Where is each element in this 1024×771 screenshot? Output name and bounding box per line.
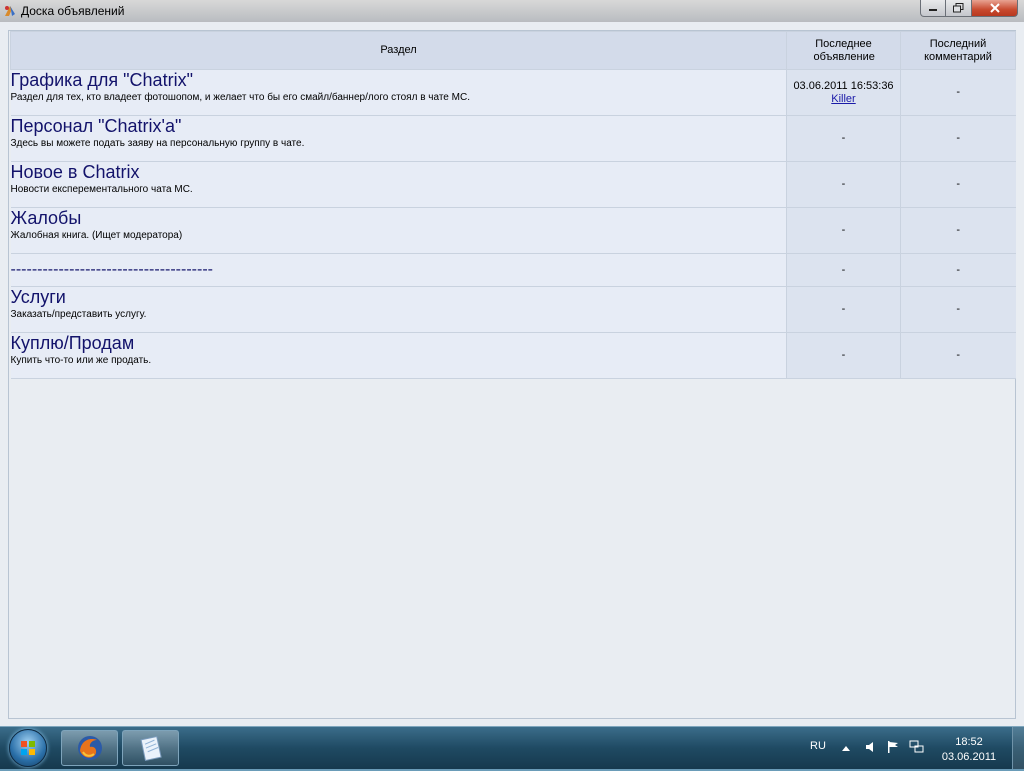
show-hidden-icons-arrow[interactable]	[841, 743, 851, 753]
last-comment-cell: -	[900, 207, 1016, 254]
board-table: Раздел Последнее объявление Последний ко…	[10, 31, 1016, 379]
window-titlebar[interactable]: Доска объявлений	[0, 0, 1024, 23]
taskbar-notepad-button[interactable]	[122, 730, 179, 766]
taskbar-firefox-button[interactable]	[61, 730, 118, 766]
header-section: Раздел	[10, 31, 787, 70]
header-last-comment: Последний комментарий	[900, 31, 1016, 70]
start-button[interactable]	[4, 728, 52, 768]
section-desc: Жалобная книга. (Ищет модератора)	[10, 230, 183, 241]
last-comment-cell: -	[900, 253, 1016, 287]
section-desc: Заказать/представить услугу.	[10, 309, 147, 320]
section-title[interactable]: Услуги	[11, 287, 787, 308]
close-icon	[989, 3, 1000, 13]
section-cell[interactable]: Куплю/Продам Купить что-то или же продат…	[10, 332, 787, 379]
table-row[interactable]: Жалобы Жалобная книга. (Ищет модератора)…	[10, 207, 1016, 254]
section-cell[interactable]: Графика для "Chatrix" Раздел для тех, кт…	[10, 69, 787, 116]
clock-date: 03.06.2011	[941, 751, 997, 763]
section-title[interactable]: Новое в Chatrix	[11, 162, 787, 183]
last-comment-cell: -	[900, 161, 1016, 208]
section-cell[interactable]: Новое в Chatrix Новости експерементально…	[10, 161, 787, 208]
table-row[interactable]: Новое в Chatrix Новости експерементально…	[10, 161, 1016, 208]
speaker-icon[interactable]	[864, 740, 878, 754]
section-title[interactable]: Куплю/Продам	[11, 333, 787, 354]
separator-title[interactable]: --------------------------------------	[11, 256, 787, 284]
section-desc: Новости експерементального чата МС.	[10, 184, 193, 195]
last-post-cell: -	[786, 286, 901, 333]
last-comment-cell: -	[900, 69, 1016, 116]
close-button[interactable]	[972, 0, 1018, 17]
section-desc: Купить что-то или же продать.	[10, 355, 152, 366]
notepad-icon	[140, 735, 162, 762]
firefox-icon	[77, 736, 102, 760]
last-post-date: 03.06.2011 16:53:36	[793, 79, 894, 92]
header-last-post-label: Последнее объявление	[813, 37, 875, 63]
clock-time: 18:52	[955, 736, 983, 748]
last-post-cell: -	[786, 207, 901, 254]
action-center-flag-icon[interactable]	[886, 740, 900, 754]
section-desc: Раздел для тех, кто владеет фотошопом, и…	[10, 92, 470, 103]
section-desc: Здесь вы можете подать заяву на персонал…	[10, 138, 305, 149]
section-cell[interactable]: Персонал "Chatrix'а" Здесь вы можете под…	[10, 115, 787, 162]
last-comment-cell: -	[900, 115, 1016, 162]
last-post-cell: 03.06.2011 16:53:36 Killer	[786, 69, 901, 116]
last-post-cell: -	[786, 115, 901, 162]
taskbar: RU 18:52 03.06.2011	[0, 726, 1024, 769]
separator-cell[interactable]: --------------------------------------	[10, 253, 787, 287]
maximize-icon	[953, 3, 964, 13]
section-title[interactable]: Жалобы	[11, 208, 787, 229]
section-title[interactable]: Графика для "Chatrix"	[11, 70, 787, 91]
section-cell[interactable]: Жалобы Жалобная книга. (Ищет модератора)	[10, 207, 787, 254]
table-row[interactable]: Графика для "Chatrix" Раздел для тех, кт…	[10, 69, 1016, 116]
last-comment-cell: -	[900, 332, 1016, 379]
windows-orb-icon	[9, 729, 47, 767]
window-controls	[920, 0, 1018, 18]
minimize-button[interactable]	[920, 0, 946, 17]
last-post-cell: -	[786, 253, 901, 287]
clock[interactable]: 18:52 03.06.2011	[935, 735, 1003, 765]
last-post-author-link[interactable]: Killer	[787, 93, 900, 106]
network-icon[interactable]	[909, 740, 925, 754]
table-row[interactable]: Услуги Заказать/представить услугу. - -	[10, 286, 1016, 333]
show-desktop-button[interactable]	[1012, 727, 1024, 769]
header-last-post: Последнее объявление	[786, 31, 901, 70]
header-last-comment-label: Последний комментарий	[924, 37, 992, 63]
section-title[interactable]: Персонал "Chatrix'а"	[11, 116, 787, 137]
last-post-cell: -	[786, 332, 901, 379]
language-indicator[interactable]: RU	[810, 740, 826, 752]
client-area: Раздел Последнее объявление Последний ко…	[0, 22, 1024, 726]
last-comment-cell: -	[900, 286, 1016, 333]
minimize-icon	[929, 9, 937, 11]
app-icon	[5, 6, 15, 16]
separator-row[interactable]: -------------------------------------- -…	[10, 253, 1016, 287]
section-cell[interactable]: Услуги Заказать/представить услугу.	[10, 286, 787, 333]
window-title: Доска объявлений	[21, 4, 125, 18]
last-post-cell: -	[786, 161, 901, 208]
restore-button[interactable]	[946, 0, 972, 17]
table-row[interactable]: Куплю/Продам Купить что-то или же продат…	[10, 332, 1016, 379]
table-row[interactable]: Персонал "Chatrix'а" Здесь вы можете под…	[10, 115, 1016, 162]
